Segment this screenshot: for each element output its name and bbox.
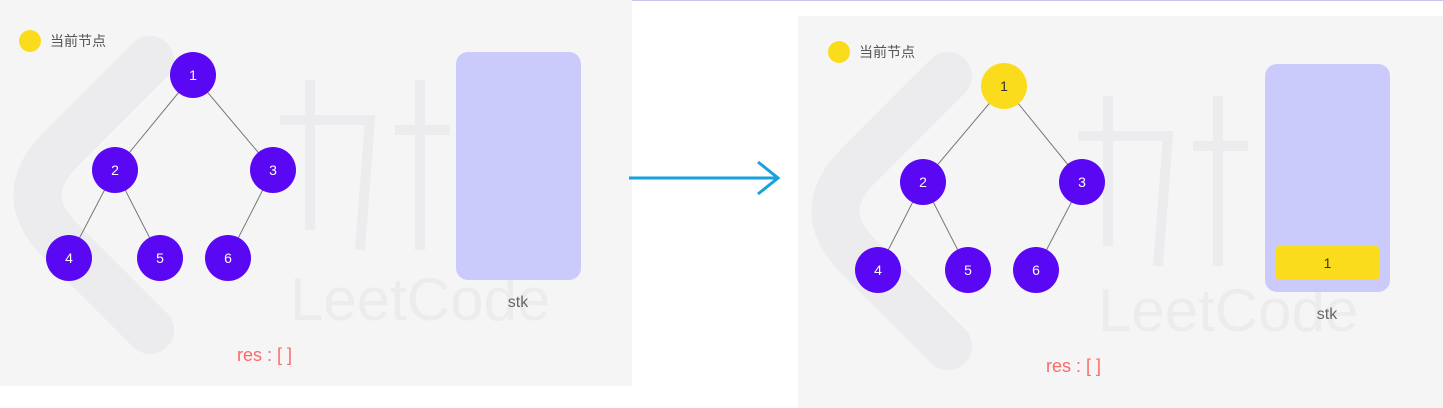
- transition-arrow-icon: [629, 160, 781, 196]
- tree-node-1-current: 1: [981, 63, 1027, 109]
- stack-container: [456, 52, 581, 280]
- tree-node-4: 4: [46, 235, 92, 281]
- result-text: res : [ ]: [1046, 356, 1102, 376]
- tree-node-6: 6: [205, 235, 251, 281]
- tree-node-2: 2: [900, 159, 946, 205]
- tree-node-6: 6: [1013, 247, 1059, 293]
- result-text: res : [ ]: [237, 345, 293, 365]
- tree-node-4: 4: [855, 247, 901, 293]
- stack-item: 1: [1276, 246, 1379, 280]
- tree-node-5: 5: [945, 247, 991, 293]
- stack-label: stk: [1316, 306, 1338, 323]
- stack-container: 1: [1265, 64, 1390, 292]
- tree-node-3: 3: [250, 147, 296, 193]
- tree-node-5: 5: [137, 235, 183, 281]
- stack-label: stk: [507, 294, 529, 311]
- state-after-panel: LeetCode 当前节点 1 2 3 4 5 6 1 stk res : [ …: [798, 16, 1443, 408]
- tree-node-1: 1: [170, 52, 216, 98]
- tree-node-2: 2: [92, 147, 138, 193]
- state-before-panel: LeetCode 当前节点 1 2 3 4 5 6 stk res : [ ]: [0, 0, 632, 386]
- tree-node-3: 3: [1059, 159, 1105, 205]
